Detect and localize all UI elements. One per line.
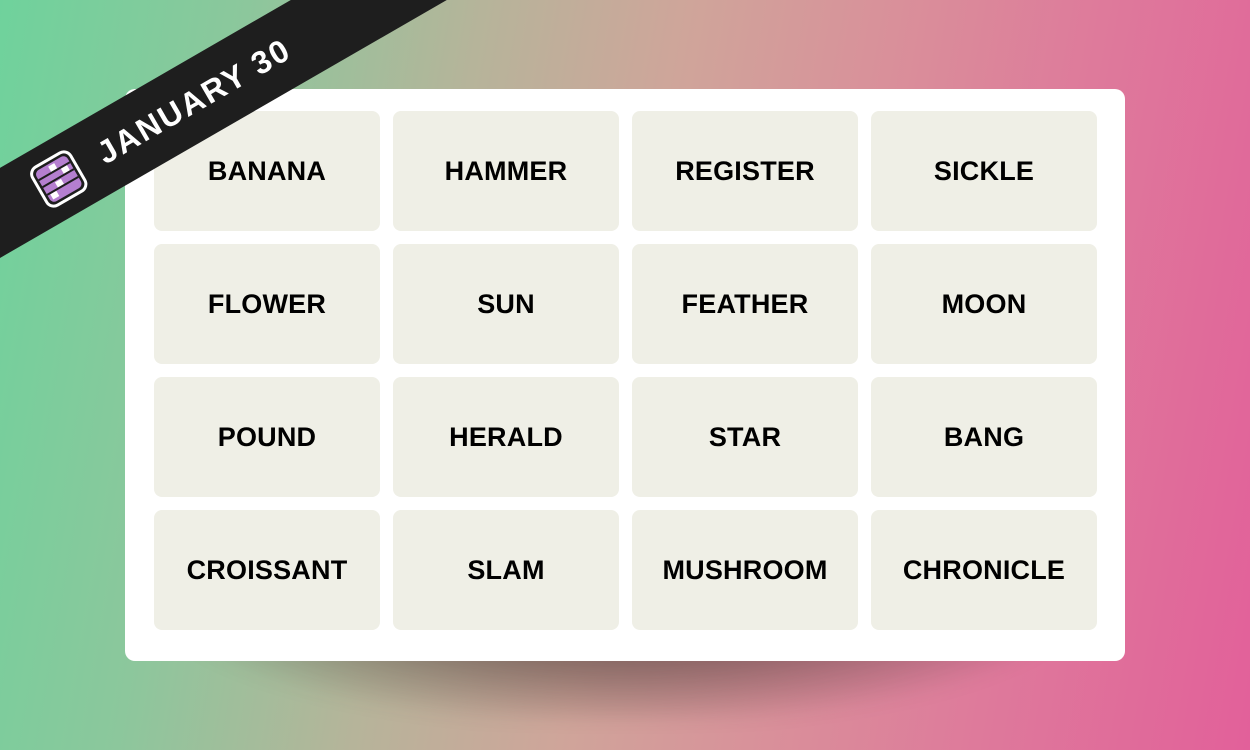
word-tile[interactable]: SLAM	[393, 510, 619, 630]
word-tile[interactable]: FEATHER	[632, 244, 858, 364]
word-tile[interactable]: SUN	[393, 244, 619, 364]
word-tile[interactable]: HAMMER	[393, 111, 619, 231]
word-tile[interactable]: HERALD	[393, 377, 619, 497]
tile-grid: BANANA HAMMER REGISTER SICKLE FLOWER SUN…	[154, 111, 1097, 630]
word-tile[interactable]: CHRONICLE	[871, 510, 1097, 630]
word-tile[interactable]: BANG	[871, 377, 1097, 497]
puzzle-board: BANANA HAMMER REGISTER SICKLE FLOWER SUN…	[125, 89, 1125, 661]
word-tile[interactable]: STAR	[632, 377, 858, 497]
word-tile[interactable]: MOON	[871, 244, 1097, 364]
word-tile[interactable]: SICKLE	[871, 111, 1097, 231]
word-tile[interactable]: POUND	[154, 377, 380, 497]
word-tile[interactable]: MUSHROOM	[632, 510, 858, 630]
word-tile[interactable]: CROISSANT	[154, 510, 380, 630]
word-tile[interactable]: FLOWER	[154, 244, 380, 364]
word-tile[interactable]: REGISTER	[632, 111, 858, 231]
connections-grid-icon	[30, 150, 88, 208]
